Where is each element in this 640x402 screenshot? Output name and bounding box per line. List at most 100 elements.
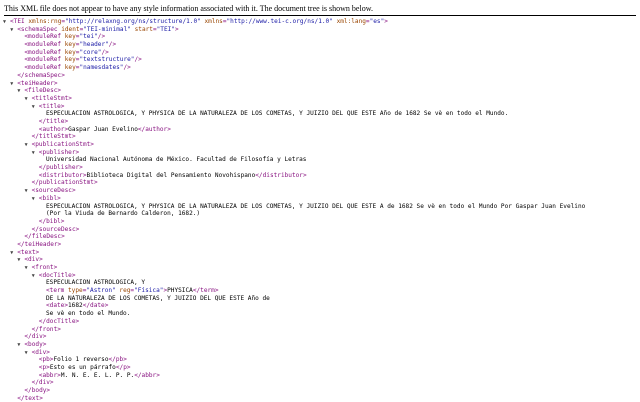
xml-attribute-name: ident	[61, 25, 80, 33]
xml-tag-text: </bibl>	[38, 217, 65, 225]
xml-tree-line: <distributor>Biblioteca Digital del Pens…	[0, 172, 640, 180]
xml-tree-line: </sourceDesc>	[0, 226, 640, 234]
xml-text-content: Esto es un párrafo	[49, 363, 116, 371]
xml-tree-line: Se vè en todo el Mundo.	[0, 310, 640, 318]
xml-tree-line: ▼ <bibl>	[0, 195, 640, 203]
xml-tree-line: ▼ <front>	[0, 264, 640, 272]
xml-tag-text: </publisher>	[38, 164, 83, 172]
xml-tree-line: ESPECULACION ASTROLOGICA, Y PHYSICA DE L…	[0, 203, 640, 211]
xml-attribute-value: "TEI-minimal"	[83, 25, 131, 33]
xml-tag-text: </title>	[38, 117, 69, 125]
xml-attribute-name: key	[64, 33, 76, 41]
xml-tag-text: <moduleRef	[24, 48, 65, 56]
xml-tree-line: </title>	[0, 118, 640, 126]
xml-text-content: PHYSICA	[167, 287, 193, 295]
xml-tag-text: />	[123, 64, 131, 72]
xml-tag-text: <term	[46, 287, 69, 295]
xml-tree-line: ESPECULACION ASTROLOGICA, Y	[0, 279, 640, 287]
xml-tag-text: </teiHeader>	[17, 240, 62, 248]
xml-tree-line: </publicationStmt>	[0, 179, 640, 187]
xml-tree-line: </schemaSpec>	[0, 72, 640, 80]
xml-tree-line: ▼ <div>	[0, 256, 640, 264]
xml-tag-text: <moduleRef	[24, 41, 65, 49]
xml-tag-text: <teiHeader>	[17, 79, 58, 87]
xml-tree-line: </div>	[0, 333, 640, 341]
xml-tree-line: </front>	[0, 326, 640, 334]
xml-tree-line: <moduleRef key="namesdates"/>	[0, 64, 640, 72]
xml-tag-text: </p>	[115, 363, 131, 371]
xml-attribute-name: key	[64, 41, 76, 49]
xml-attribute-name: key	[64, 64, 76, 72]
xml-attribute-name: reg	[119, 287, 131, 295]
xml-attribute-value: "Física"	[134, 287, 164, 295]
xml-tree-line: </fileDesc>	[0, 233, 640, 241]
xml-attribute-value: "tei"	[79, 33, 98, 41]
xml-tag-text: />	[108, 41, 117, 49]
xml-tree-line: ▼ <docTitle>	[0, 272, 640, 280]
xml-text-content: Biblioteca Digital del Pensamiento Novoh…	[86, 171, 256, 179]
xml-tag-text: <schemaSpec	[17, 25, 62, 33]
xml-tag-text: <div>	[31, 348, 50, 356]
xml-tree-line: (Por la Viuda de Bernardo Calderon, 1682…	[0, 210, 640, 218]
xml-tag-text: </front>	[31, 325, 61, 333]
header-divider	[4, 15, 636, 16]
xml-tag-text: <TEI	[10, 18, 29, 25]
xml-tree-line: ▼ <fileDesc>	[0, 87, 640, 95]
xml-text-content: 1682	[68, 302, 83, 310]
xml-tree-line: <moduleRef key="textstructure"/>	[0, 56, 640, 64]
xml-tag-text: >	[384, 18, 388, 25]
xml-text-content: Folio 1 reverso	[53, 356, 109, 364]
xml-tag-text: />	[134, 56, 142, 64]
xml-text-content: (Por la Viuda de Bernardo Calderon, 1682…	[46, 210, 201, 218]
xml-attribute-name: xmlns	[204, 18, 223, 25]
xml-tree-line: </text>	[0, 395, 640, 402]
xml-text-content: ESPECULACION ASTROLOGICA, Y PHYSICA DE L…	[46, 202, 586, 210]
xml-tag-text: <distributor>	[38, 171, 87, 179]
xml-text-content: Universidad Nacional Autónoma de México.…	[46, 156, 307, 164]
xml-tree-line: ▼ <div>	[0, 349, 640, 357]
xml-tag-text: <fileDesc>	[24, 87, 62, 95]
xml-tag-text: </date>	[82, 302, 109, 310]
xml-document-tree: ▼ <TEI xmlns:rng="http://relaxng.org/ns/s…	[0, 18, 640, 402]
xml-tree-line: </titleStmt>	[0, 133, 640, 141]
xml-attribute-value: "http://www.tei-c.org/ns/1.0"	[226, 18, 333, 25]
xml-tag-text: <p>	[38, 363, 50, 371]
xml-text-content: ESPECULACION ASTROLOGICA, Y	[46, 279, 146, 287]
xml-tag-text: <moduleRef	[24, 33, 65, 41]
xml-tag-text: <titleStmt>	[31, 94, 72, 102]
xml-attribute-name: key	[64, 56, 76, 64]
xml-text-content: M. N. E. E. L. P. P.	[60, 371, 135, 379]
xml-attribute-name: start	[134, 25, 153, 33]
xml-tree-line: <moduleRef key="header"/>	[0, 41, 640, 49]
xml-tag-text: <front>	[31, 264, 58, 271]
xml-tag-text: </fileDesc>	[24, 233, 65, 241]
xml-attribute-value: "TEI"	[156, 25, 175, 33]
xml-tag-text: <docTitle>	[38, 271, 76, 279]
xml-attribute-value: "namesdates"	[79, 64, 124, 72]
xml-tree-line: </publisher>	[0, 164, 640, 172]
xml-tree-line: ▼ <text>	[0, 249, 640, 257]
xml-tag-text: <publicationStmt>	[31, 141, 94, 148]
xml-text-content: Gaspar Juan Evelino	[68, 125, 138, 133]
xml-tree-line: ▼ <teiHeader>	[0, 80, 640, 88]
xml-tree-line: <moduleRef key="tei"/>	[0, 33, 640, 41]
xml-tree-line: <term type="Astron" reg="Física">PHYSICA…	[0, 287, 640, 295]
xml-tag-text: </body>	[24, 387, 51, 394]
xml-text-content: ESPECULACION ASTROLOGICA, Y PHYSICA DE L…	[46, 110, 509, 118]
xml-attribute-value: "es"	[369, 18, 385, 25]
xml-tree-line: </teiHeader>	[0, 241, 640, 249]
xml-attribute-value: "textstructure"	[79, 56, 135, 64]
xml-tag-text: <text>	[17, 248, 40, 256]
xml-tree-line: <moduleRef key="core"/>	[0, 49, 640, 57]
xml-tag-text: </titleStmt>	[31, 133, 76, 141]
xml-tag-text: </div>	[24, 333, 47, 341]
xml-tree-line: Universidad Nacional Autónoma de México.…	[0, 156, 640, 164]
xml-attribute-name: xml:lang	[336, 18, 366, 25]
xml-tree-line: ▼ <schemaSpec ident="TEI-minimal" start="…	[0, 26, 640, 34]
xml-tree-line: <abbr>M. N. E. E. L. P. P.</abbr>	[0, 372, 640, 380]
xml-tag-text: />	[101, 48, 109, 56]
xml-tag-text: <body>	[24, 340, 47, 348]
xml-tree-line: <p>Esto es un párrafo</p>	[0, 364, 640, 372]
xml-tag-text: </term>	[192, 287, 219, 295]
xml-tag-text: <moduleRef	[24, 64, 65, 72]
